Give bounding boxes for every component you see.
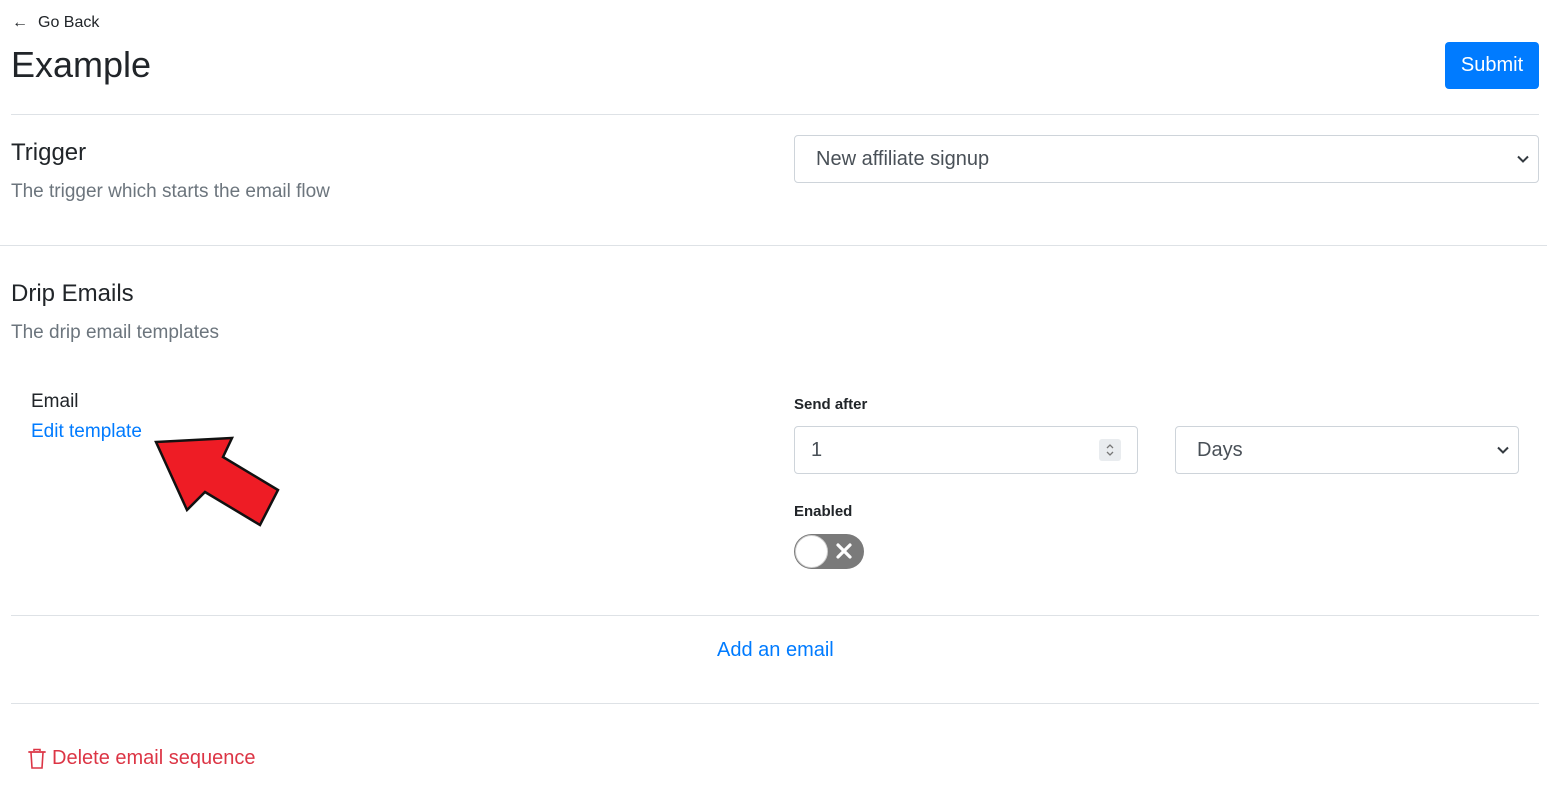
edit-template-link[interactable]: Edit template [31,421,142,443]
send-after-unit-select[interactable]: Days [1175,426,1519,474]
drip-title: Drip Emails [11,280,134,307]
trigger-title: Trigger [11,139,87,166]
send-after-value: 1 [811,438,823,461]
trash-icon [28,748,46,769]
enabled-toggle[interactable] [794,534,864,569]
submit-button[interactable]: Submit [1445,42,1539,89]
trigger-subtitle: The trigger which starts the email flow [11,181,330,202]
divider [11,703,1539,704]
arrow-left-icon: ← [12,14,28,31]
send-after-input[interactable]: 1 [794,426,1138,474]
toggle-knob [795,535,828,568]
delete-sequence-label: Delete email sequence [52,747,256,769]
delete-sequence-link[interactable]: Delete email sequence [28,747,255,770]
go-back-label: Go Back [38,14,100,31]
enabled-label: Enabled [794,503,853,520]
add-email-link[interactable]: Add an email [717,639,834,662]
send-after-label: Send after [794,396,868,413]
email-label: Email [31,391,79,412]
drip-subtitle: The drip email templates [11,322,220,343]
divider [0,245,1547,246]
go-back-link[interactable]: ← Go Back [12,14,99,32]
trigger-select-value: New affiliate signup [816,147,990,170]
spinner-arrows-icon[interactable] [1099,439,1121,461]
chevron-down-icon [1517,155,1529,163]
chevron-down-icon [1497,446,1509,454]
annotation-arrow-icon [154,436,280,527]
divider [11,114,1539,115]
divider [11,615,1539,616]
send-after-unit-value: Days [1197,438,1243,461]
trigger-select[interactable]: New affiliate signup [794,135,1539,183]
close-icon [836,543,852,559]
page-title: Example [11,44,152,85]
